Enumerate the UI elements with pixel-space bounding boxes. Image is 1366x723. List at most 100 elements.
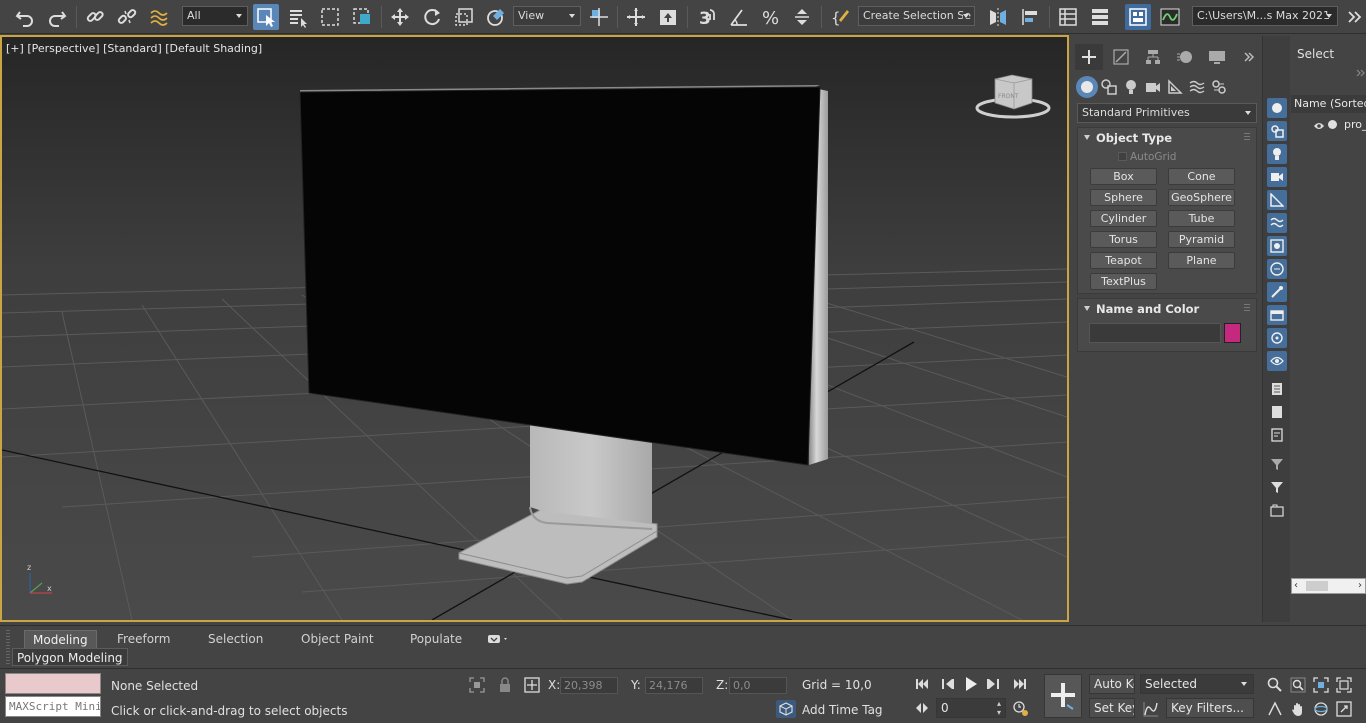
percent-snap-icon[interactable]: % <box>758 4 784 30</box>
display-groups-icon[interactable] <box>1267 236 1287 256</box>
display-lights-icon[interactable] <box>1267 144 1287 164</box>
cameras-category-icon[interactable] <box>1142 76 1164 98</box>
zoom-extents-icon[interactable] <box>1312 676 1330 694</box>
move-icon[interactable] <box>387 4 413 30</box>
keyboard-shortcut-override-icon[interactable] <box>655 4 681 30</box>
display-xrefs-icon[interactable] <box>1267 259 1287 279</box>
go-to-start-icon[interactable] <box>914 676 930 692</box>
redo-icon[interactable] <box>44 4 70 30</box>
object-type-rollout-header[interactable]: Object Type <box>1078 128 1256 148</box>
torus-button[interactable]: Torus <box>1090 231 1157 248</box>
time-configuration-icon[interactable] <box>1012 700 1030 718</box>
go-to-end-icon[interactable] <box>1012 676 1028 692</box>
key-mode-dropdown[interactable]: Selected <box>1140 674 1254 694</box>
spinner-snap-icon[interactable] <box>789 4 815 30</box>
project-folder-dropdown[interactable]: C:\Users\M...s Max 2021 <box>1192 6 1338 26</box>
modify-tab-icon[interactable] <box>1107 44 1135 70</box>
panel-overflow-icon[interactable] <box>1235 44 1263 70</box>
geosphere-button[interactable]: GeoSphere <box>1168 189 1235 206</box>
autogrid-checkbox[interactable]: AutoGrid <box>1118 151 1176 163</box>
z-coordinate-field[interactable]: 0,0 <box>729 677 787 694</box>
snaps-toggle-icon[interactable]: 3 <box>693 4 719 30</box>
lights-category-icon[interactable] <box>1120 76 1142 98</box>
scale-icon[interactable] <box>451 4 477 30</box>
maxscript-input-field[interactable]: MAXScript Mini Listener <box>5 696 101 717</box>
viewport-mode-menu[interactable]: [Standard] <box>103 42 162 55</box>
zoom-extents-all-icon[interactable] <box>1335 676 1353 694</box>
viewport-label-menu[interactable]: [+] [Perspective] [Standard] [Default Sh… <box>6 42 262 55</box>
display-space-warps-icon[interactable] <box>1267 213 1287 233</box>
set-key-big-button[interactable] <box>1044 674 1082 718</box>
zoom-all-icon[interactable] <box>1289 676 1307 694</box>
display-particles-icon[interactable] <box>1267 328 1287 348</box>
shapes-category-icon[interactable] <box>1098 76 1120 98</box>
edit-named-selection-icon[interactable]: { <box>828 4 854 30</box>
scene-explorer-toggle-icon[interactable] <box>1055 4 1081 30</box>
current-frame-spinner[interactable]: 0 ▴ ▾ <box>936 698 1006 718</box>
key-filters-button[interactable]: Key Filters... <box>1166 698 1254 718</box>
display-tab-icon[interactable] <box>1203 44 1231 70</box>
display-none-icon[interactable] <box>1267 402 1287 422</box>
mirror-icon[interactable] <box>985 4 1011 30</box>
default-tangents-icon[interactable] <box>1142 700 1160 718</box>
play-icon[interactable] <box>962 675 980 693</box>
viewport-shading-menu[interactable]: [Default Shading] <box>165 42 262 55</box>
next-frame-icon[interactable] <box>985 676 1001 692</box>
undo-icon[interactable] <box>12 4 38 30</box>
bind-space-warp-icon[interactable] <box>146 4 172 30</box>
geometry-category-icon[interactable] <box>1076 76 1098 98</box>
space-warps-category-icon[interactable] <box>1186 76 1208 98</box>
reference-coordinate-dropdown[interactable]: View <box>513 6 581 26</box>
object-name-field[interactable] <box>1089 323 1221 343</box>
key-mode-toggle-icon[interactable] <box>914 700 930 716</box>
pivot-center-icon[interactable] <box>586 4 612 30</box>
scene-object-row[interactable]: pro_ <box>1291 116 1366 134</box>
y-coordinate-field[interactable]: 24,176 <box>645 677 703 694</box>
select-manipulate-icon[interactable] <box>623 4 649 30</box>
create-tab-icon[interactable] <box>1075 44 1103 70</box>
tab-freeform[interactable]: Freeform <box>109 630 178 648</box>
display-helpers-icon[interactable] <box>1267 190 1287 210</box>
angle-snap-icon[interactable] <box>726 4 752 30</box>
set-key-button[interactable]: Set Key <box>1089 698 1135 718</box>
time-tag-icon[interactable] <box>776 700 796 718</box>
place-icon[interactable] <box>483 4 509 30</box>
tab-selection[interactable]: Selection <box>200 630 271 648</box>
display-all-icon[interactable] <box>1267 379 1287 399</box>
display-bones-icon[interactable] <box>1267 282 1287 302</box>
plane-button[interactable]: Plane <box>1168 252 1235 269</box>
orbit-icon[interactable] <box>1312 700 1330 718</box>
selection-filter-dropdown[interactable]: All <box>182 6 248 26</box>
pan-view-icon[interactable] <box>1289 700 1307 718</box>
sphere-button[interactable]: Sphere <box>1090 189 1157 206</box>
align-icon[interactable] <box>1017 4 1043 30</box>
absolute-offset-icon[interactable] <box>523 676 541 694</box>
maximize-viewport-icon[interactable] <box>1335 700 1353 718</box>
perspective-viewport[interactable]: z x FRONT [+] [Perspective] [Standard] [… <box>0 35 1069 622</box>
zoom-icon[interactable] <box>1266 676 1284 694</box>
filter-settings-icon[interactable] <box>1267 454 1287 474</box>
selection-lock-icon[interactable] <box>496 676 514 694</box>
visibility-eye-icon[interactable] <box>1313 119 1325 134</box>
name-column-header[interactable]: Name (Sorted Ascending) <box>1291 95 1366 113</box>
unlink-icon[interactable] <box>114 4 140 30</box>
add-time-tag[interactable]: Add Time Tag <box>802 703 883 717</box>
object-category-dropdown[interactable]: Standard Primitives <box>1077 103 1257 123</box>
layer-manager-icon[interactable] <box>1267 500 1287 520</box>
select-object-icon[interactable] <box>253 4 279 30</box>
display-containers-icon[interactable] <box>1267 305 1287 325</box>
display-shapes-icon[interactable] <box>1267 121 1287 141</box>
field-of-view-icon[interactable] <box>1266 700 1284 718</box>
tab-populate[interactable]: Populate <box>402 630 470 648</box>
teapot-button[interactable]: Teapot <box>1090 252 1157 269</box>
tab-modeling[interactable]: Modeling <box>24 630 97 648</box>
hierarchy-tab-icon[interactable] <box>1139 44 1167 70</box>
box-button[interactable]: Box <box>1090 168 1157 185</box>
name-and-color-rollout-header[interactable]: Name and Color <box>1078 299 1256 319</box>
viewcube[interactable]: FRONT <box>975 74 1051 119</box>
display-cameras-icon[interactable] <box>1267 167 1287 187</box>
cone-button[interactable]: Cone <box>1168 168 1235 185</box>
display-frozen-icon[interactable] <box>1267 351 1287 371</box>
link-icon[interactable] <box>82 4 108 30</box>
object-color-swatch[interactable] <box>1224 323 1241 343</box>
